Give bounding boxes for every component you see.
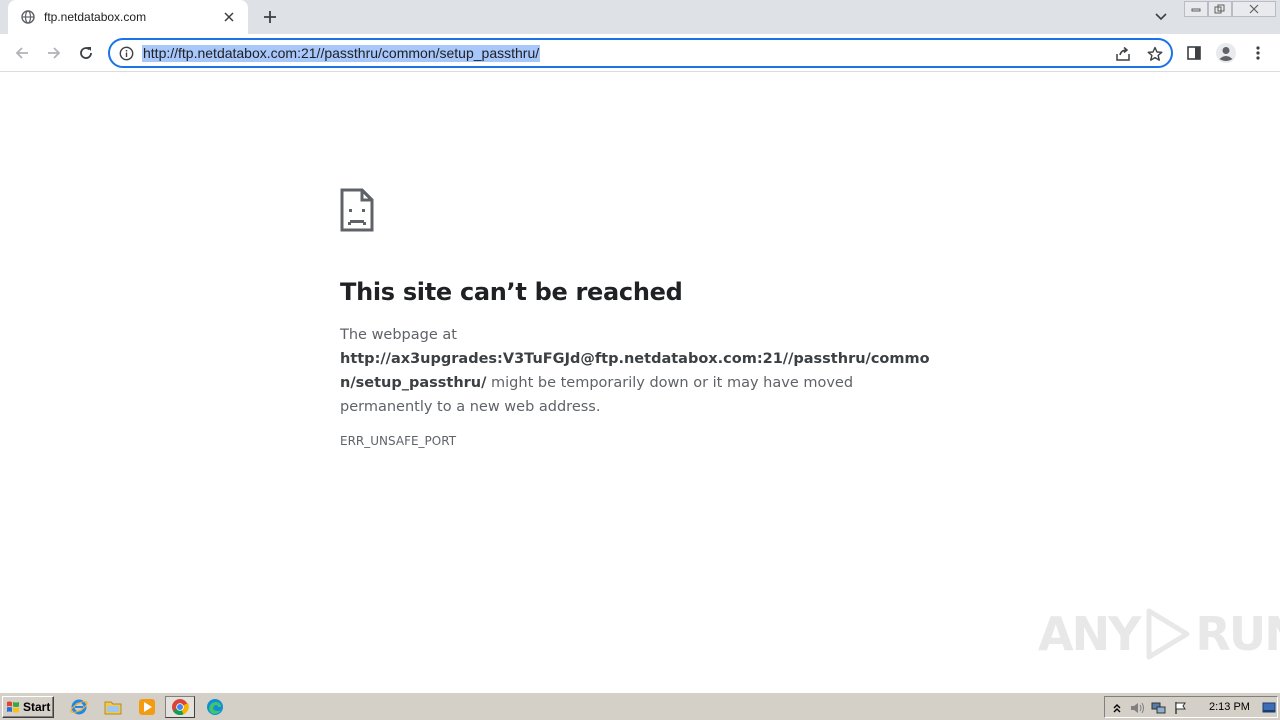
chrome-icon[interactable] — [165, 696, 195, 718]
kebab-menu-icon[interactable] — [1244, 39, 1272, 67]
media-player-icon[interactable] — [136, 697, 158, 717]
tray-expand-icon[interactable] — [1109, 700, 1125, 716]
watermark-left: ANY — [1038, 607, 1141, 661]
side-panel-icon[interactable] — [1180, 39, 1208, 67]
ie-icon[interactable] — [68, 697, 90, 717]
error-description: The webpage at http://ax3upgrades:V3TuFGJ… — [340, 323, 945, 419]
play-icon — [1146, 608, 1190, 660]
volume-icon[interactable] — [1129, 700, 1145, 716]
anyrun-watermark: ANY RUN — [1038, 607, 1280, 661]
windows-logo-icon — [7, 701, 19, 713]
edge-icon[interactable] — [204, 697, 226, 717]
back-icon[interactable] — [8, 39, 36, 67]
chevron-down-icon[interactable] — [1150, 7, 1172, 27]
error-code: ERR_UNSAFE_PORT — [340, 434, 457, 448]
watermark-right: RUN — [1195, 607, 1280, 661]
reload-icon[interactable] — [72, 39, 100, 67]
sad-page-icon — [340, 188, 374, 232]
address-bar[interactable]: http://ftp.netdatabox.com:21//passthru/c… — [108, 38, 1173, 68]
browser-tab[interactable]: ftp.netdatabox.com — [8, 0, 248, 34]
plus-icon[interactable] — [258, 6, 282, 28]
info-icon[interactable] — [118, 45, 134, 61]
folder-icon[interactable] — [102, 697, 124, 717]
error-body-prefix: The webpage at — [340, 327, 457, 343]
close-icon[interactable] — [220, 8, 238, 26]
network-icon[interactable] — [1151, 700, 1167, 716]
forward-icon[interactable] — [40, 39, 68, 67]
profile-icon[interactable] — [1212, 39, 1240, 67]
page-content: This site can’t be reached The webpage a… — [0, 72, 1280, 692]
tab-title: ftp.netdatabox.com — [44, 10, 147, 24]
share-icon[interactable] — [1113, 44, 1133, 64]
restore-icon[interactable] — [1208, 1, 1232, 17]
url-text[interactable]: http://ftp.netdatabox.com:21//passthru/c… — [142, 45, 541, 62]
browser-toolbar: http://ftp.netdatabox.com:21//passthru/c… — [0, 34, 1280, 72]
close-window-icon[interactable] — [1232, 1, 1276, 17]
start-button[interactable]: Start — [2, 696, 54, 718]
show-desktop-icon[interactable] — [1261, 700, 1277, 716]
flag-icon[interactable] — [1173, 700, 1189, 716]
taskbar: Start 2:13 PM — [0, 692, 1280, 720]
tab-strip: ftp.netdatabox.com — [0, 0, 1280, 34]
start-label: Start — [23, 700, 51, 714]
system-tray: 2:13 PM — [1104, 696, 1278, 718]
star-icon[interactable] — [1145, 44, 1165, 64]
error-title: This site can’t be reached — [340, 278, 683, 306]
minimize-icon[interactable] — [1184, 1, 1208, 17]
clock[interactable]: 2:13 PM — [1209, 701, 1250, 713]
globe-icon — [20, 9, 36, 25]
